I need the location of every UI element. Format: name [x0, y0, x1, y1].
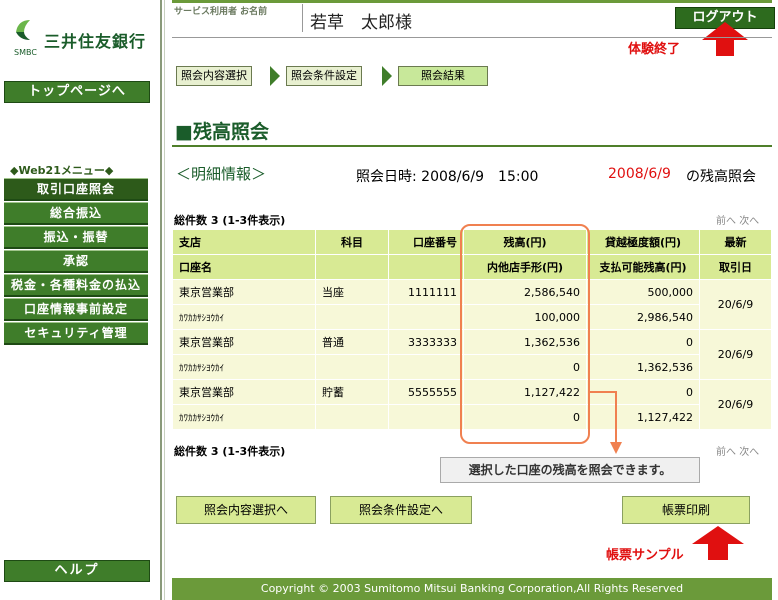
sidebar-item-tax-payment[interactable]: 税金・各種料金の払込 [4, 274, 148, 297]
total-count-top: 総件数 3 (1-3件表示) [174, 214, 286, 227]
col-account-name: 口座名 [172, 254, 316, 280]
cell-empty [315, 304, 389, 330]
sidebar-item-approval[interactable]: 承認 [4, 250, 148, 273]
cell-subject: 当座 [315, 279, 389, 305]
total-count-bottom: 総件数 3 (1-3件表示) [174, 445, 286, 458]
sidebar-item-account-presetting[interactable]: 口座情報事前設定 [4, 298, 148, 321]
cell-empty [315, 404, 389, 430]
col-txn-date: 取引日 [699, 254, 772, 280]
col-account-no: 口座番号 [388, 229, 464, 255]
pager-next[interactable]: 次へ [739, 216, 759, 227]
cell-subject: 普通 [315, 329, 389, 355]
balance-highlight-outline [460, 224, 590, 444]
cell-account-no: 3333333 [388, 329, 464, 355]
sidebar-item-balance-inquiry[interactable]: 取引口座照会 [4, 178, 148, 201]
bank-name: 三井住友銀行 [44, 32, 147, 51]
cell-empty [315, 354, 389, 380]
cell-empty [388, 404, 464, 430]
pager-prev[interactable]: 前へ [716, 216, 736, 227]
sidebar-item-bulk-transfer[interactable]: 総合振込 [4, 202, 148, 225]
callout-note: 選択した口座の残高を照会できます。 [440, 457, 700, 483]
cell-branch: 東京営業部 [172, 379, 316, 405]
red-arrow-up-icon [692, 526, 744, 560]
back-to-inquiry-select-button[interactable]: 照会内容選択へ [176, 496, 316, 524]
step-result: 照会結果 [398, 66, 488, 86]
cell-date: 20/6/9 [699, 279, 772, 330]
cell-account-name: ｶﾜｶｶｻｼﾖｳｶｲ [172, 354, 316, 380]
header-spacer [388, 254, 464, 280]
col-available: 支払可能残高(円) [586, 254, 700, 280]
sidebar-item-transfer[interactable]: 振込・振替 [4, 226, 148, 249]
cell-date: 20/6/9 [699, 379, 772, 430]
col-subject: 科目 [315, 229, 389, 255]
username: 若草 太郎様 [310, 13, 412, 33]
cell-empty [388, 304, 464, 330]
cell-branch: 東京営業部 [172, 329, 316, 355]
query-suffix: の残高照会 [686, 169, 756, 185]
help-button[interactable]: ヘルプ [4, 560, 150, 582]
step-arrow-icon [382, 66, 392, 86]
query-datetime: 照会日時: 2008/6/9 15:00 [356, 169, 539, 185]
title-underline [172, 145, 772, 147]
pager-top: 前へ 次へ [716, 212, 759, 227]
cell-available: 2,986,540 [586, 304, 700, 330]
sidebar-item-security[interactable]: セキュリティ管理 [4, 322, 148, 345]
pager-next[interactable]: 次へ [739, 447, 759, 458]
footer-copyright: Copyright © 2003 Sumitomo Mitsui Banking… [172, 578, 772, 600]
sidebar: 三井住友銀行 SMBC トップページへ ◆Web21メニュー◆ 取引口座照会 総… [0, 0, 160, 600]
cell-account-no: 1111111 [388, 279, 464, 305]
cell-overdraft: 500,000 [586, 279, 700, 305]
red-arrow-up-icon [702, 22, 748, 56]
col-latest: 最新 [699, 229, 772, 255]
query-date-highlight: 2008/6/9 [608, 166, 671, 182]
header-spacer [315, 254, 389, 280]
cell-subject: 貯蓄 [315, 379, 389, 405]
pager-prev[interactable]: 前へ [716, 447, 736, 458]
print-sample-note: 帳票サンプル [606, 548, 684, 563]
sidebar-divider [160, 0, 162, 600]
bank-sub-label: SMBC [14, 48, 37, 57]
step-arrow-icon [270, 66, 280, 86]
header-bottom-line [172, 37, 772, 38]
pager-bottom: 前へ 次へ [716, 443, 759, 458]
service-user-label: サービス利用者 お名前 [174, 7, 268, 17]
cell-empty [388, 354, 464, 380]
sidebar-divider-light [164, 0, 165, 600]
cell-account-name: ｶﾜｶｶｻｼﾖｳｶｲ [172, 404, 316, 430]
bank-logo-icon [16, 20, 30, 40]
print-report-button[interactable]: 帳票印刷 [622, 496, 750, 524]
top-page-button[interactable]: トップページへ [4, 81, 150, 103]
callout-pointer-icon [588, 391, 622, 454]
cell-account-no: 5555555 [388, 379, 464, 405]
back-to-condition-button[interactable]: 照会条件設定へ [330, 496, 472, 524]
header-top-line [172, 0, 772, 3]
step-inquiry-select: 照会内容選択 [176, 66, 252, 86]
detail-label: ＜明細情報＞ [176, 165, 267, 183]
cell-overdraft: 0 [586, 329, 700, 355]
cell-available: 1,362,536 [586, 354, 700, 380]
cell-account-name: ｶﾜｶｶｻｼﾖｳｶｲ [172, 304, 316, 330]
page-title: ■残高照会 [175, 121, 269, 143]
col-branch: 支店 [172, 229, 316, 255]
logout-note: 体験終了 [628, 42, 681, 57]
header-separator [302, 4, 303, 32]
col-overdraft: 貸越極度額(円) [586, 229, 700, 255]
web21-menu-title: ◆Web21メニュー◆ [10, 164, 114, 177]
cell-branch: 東京営業部 [172, 279, 316, 305]
cell-date: 20/6/9 [699, 329, 772, 380]
step-condition-set: 照会条件設定 [286, 66, 362, 86]
